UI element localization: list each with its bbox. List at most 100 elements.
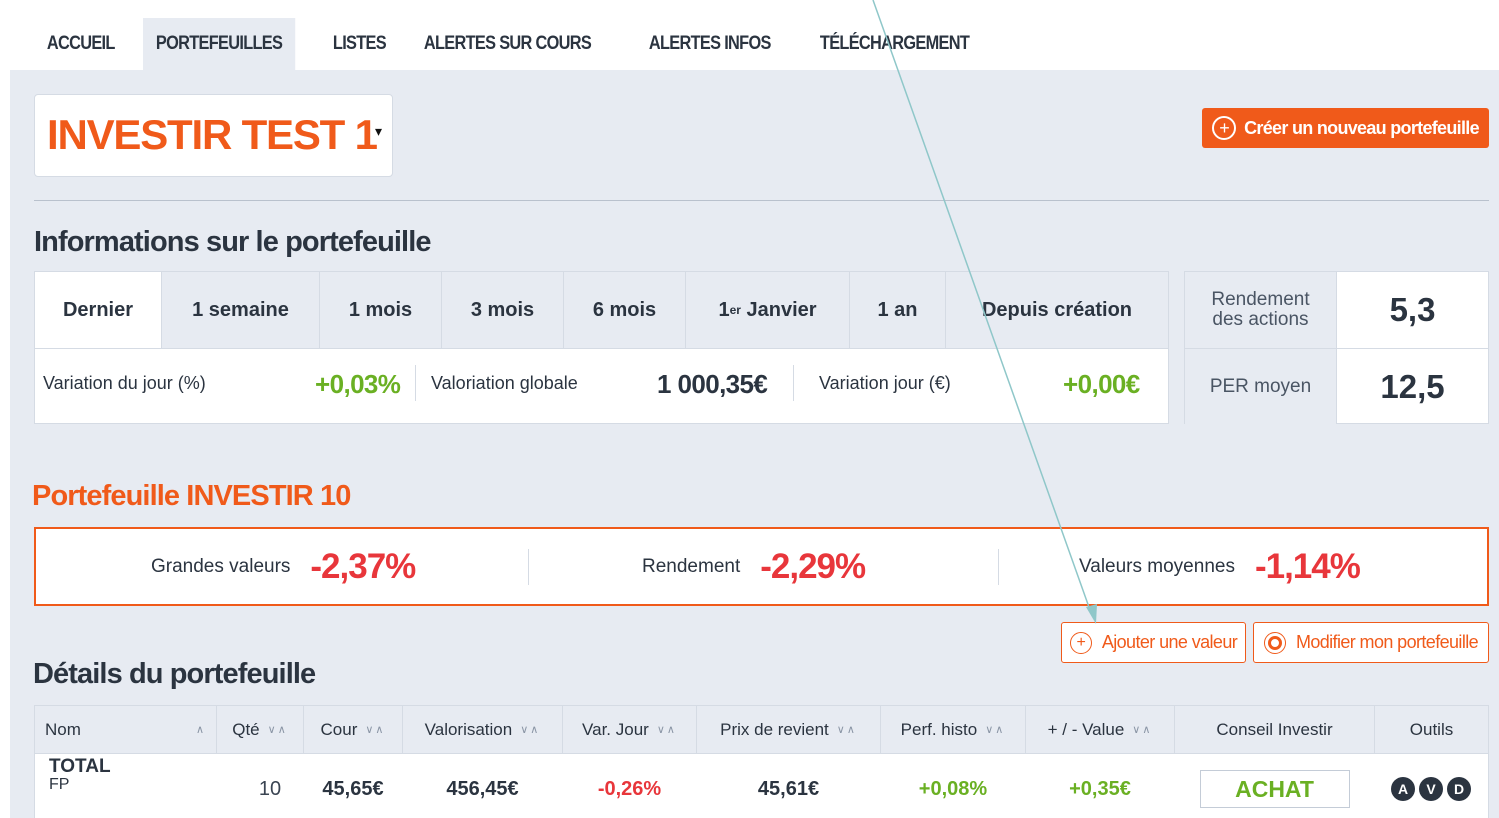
rendement-value: 5,3 — [1389, 291, 1436, 328]
period-label: 6 mois — [592, 298, 657, 321]
col-var-jour[interactable]: Var. Jour ∨∧ — [563, 706, 697, 753]
period-label: Dernier — [62, 298, 134, 321]
modify-portfolio-button[interactable]: Modifier mon portefeuille — [1253, 622, 1489, 663]
tab-alertes-infos[interactable]: ALERTES INFOS — [636, 18, 784, 70]
valeurs-moyennes: Valeurs moyennes -1,14% — [1079, 529, 1361, 604]
cell-cour: 45,65€ — [322, 777, 384, 800]
col-cour[interactable]: Cour ∨∧ — [304, 706, 403, 753]
col-nom[interactable]: Nom ∧ — [35, 706, 217, 753]
plus-circle-icon: + — [1069, 631, 1092, 654]
variation-jour-pct-label: Variation du jour (%) — [43, 373, 206, 393]
create-portfolio-button[interactable]: + Créer un nouveau portefeuille — [1202, 108, 1489, 148]
rendement-indice-label: Rendement — [642, 555, 741, 577]
period-label: 1 semaine — [192, 298, 289, 321]
cell-valorisation: 456,45€ — [446, 777, 519, 800]
tab-accueil[interactable]: ACCUEIL — [34, 18, 128, 70]
modify-portfolio-label: Modifier mon portefeuille — [1295, 632, 1479, 652]
investir10-panel: Grandes valeurs -2,37% Rendement -2,29% … — [34, 527, 1489, 606]
details-table: Nom ∧ Qté ∨∧ Cour ∨∧ Valorisation ∨∧ Var. Jo… — [34, 705, 1489, 818]
grandes-valeurs-label: Grandes valeurs — [151, 555, 291, 577]
separator — [415, 365, 416, 401]
info-values: Variation du jour (%) +0,03% Valoriation… — [35, 349, 1168, 424]
period-label-sup: er — [729, 303, 741, 317]
info-title: Informations sur le portefeuille — [34, 226, 432, 258]
sort-icon[interactable]: ∨∧ — [1132, 723, 1152, 736]
sort-icon[interactable]: ∨∧ — [837, 723, 857, 736]
period-1-semaine[interactable]: 1 semaine — [162, 272, 320, 348]
row-name[interactable]: TOTAL — [49, 757, 111, 776]
divider — [34, 200, 1489, 201]
period-depuis-creation[interactable]: Depuis création — [946, 272, 1168, 348]
col-label: Valorisation — [424, 719, 513, 739]
cell-prix-revient: 45,61€ — [757, 777, 820, 800]
gear-icon — [1263, 631, 1286, 654]
variation-jour-eur-value: +0,00€ — [1063, 369, 1140, 399]
sort-icon[interactable]: ∨∧ — [268, 723, 288, 736]
col-valorisation[interactable]: Valorisation ∨∧ — [403, 706, 563, 753]
col-label: Outils — [1409, 719, 1454, 739]
tool-v-icon[interactable]: V — [1419, 777, 1443, 801]
tab-listes[interactable]: LISTES — [320, 18, 399, 70]
col-label: Nom — [45, 719, 81, 739]
add-value-button[interactable]: + Ajouter une valeur — [1061, 622, 1246, 663]
col-qte[interactable]: Qté ∨∧ — [217, 706, 304, 753]
rendement-label-line: des actions — [1212, 309, 1309, 330]
stats-panel: Rendement des actions 5,3 PER moyen 12,5 — [1184, 271, 1489, 424]
sort-icon[interactable]: ∧ — [196, 723, 206, 736]
sort-icon[interactable]: ∨∧ — [657, 723, 677, 736]
add-value-label: Ajouter une valeur — [1101, 632, 1238, 652]
col-label: Prix de revient — [720, 719, 829, 739]
cell-plus-moins-value: +0,35€ — [1069, 777, 1131, 800]
cell-qte: 10 — [258, 777, 282, 800]
col-perf-histo[interactable]: Perf. histo ∨∧ — [881, 706, 1026, 753]
per-value: 12,5 — [1380, 367, 1445, 405]
portfolio-name: INVESTIR TEST 1 — [47, 111, 378, 158]
col-label: Var. Jour — [582, 719, 649, 739]
cell-nom[interactable]: TOTAL FP — [35, 754, 217, 818]
tab-alertes-cours[interactable]: ALERTES SUR COURS — [411, 18, 604, 70]
period-dernier[interactable]: Dernier — [35, 272, 162, 348]
period-label: 3 mois — [470, 298, 535, 321]
table-row: TOTAL FP 10 45,65€ 456,45€ -0,26% 45,61€… — [35, 754, 1488, 818]
create-portfolio-label: Créer un nouveau portefeuille — [1244, 117, 1479, 138]
investir10-title: Portefeuille INVESTIR 10 — [32, 480, 351, 512]
period-label: Janvier — [740, 298, 817, 321]
period-1-an[interactable]: 1 an — [850, 272, 946, 348]
tool-d-icon[interactable]: D — [1447, 777, 1471, 801]
valorisation-value: 1 000,35€ — [657, 369, 768, 399]
period-tabs: Dernier 1 semaine 1 mois 3 mois 6 mois 1… — [35, 272, 1168, 349]
col-plus-moins-value[interactable]: + / - Value ∨∧ — [1026, 706, 1175, 753]
separator — [793, 365, 794, 401]
col-label: Perf. histo — [900, 719, 978, 739]
col-label: + / - Value — [1047, 719, 1125, 739]
valorisation-label: Valoriation globale — [431, 373, 578, 393]
period-1er-janvier[interactable]: 1 er Janvier — [686, 272, 850, 348]
details-title: Détails du portefeuille — [33, 658, 316, 690]
col-conseil: Conseil Investir — [1175, 706, 1375, 753]
tab-portefeuilles[interactable]: PORTEFEUILLES — [142, 18, 295, 70]
col-label: Conseil Investir — [1216, 719, 1333, 739]
rendement-label-line: Rendement — [1211, 289, 1310, 310]
sort-icon[interactable]: ∨∧ — [365, 723, 385, 736]
per-label: PER moyen — [1185, 349, 1337, 424]
separator — [528, 549, 529, 585]
grandes-valeurs-value: -2,37% — [310, 546, 416, 586]
period-3-mois[interactable]: 3 mois — [442, 272, 564, 348]
cell-outils: A V D — [1375, 754, 1488, 818]
achat-button[interactable]: ACHAT — [1199, 770, 1350, 808]
rendement-label: Rendement des actions — [1185, 272, 1337, 348]
table-header: Nom ∧ Qté ∨∧ Cour ∨∧ Valorisation ∨∧ Var. Jo… — [35, 706, 1488, 754]
info-panel: Dernier 1 semaine 1 mois 3 mois 6 mois 1… — [34, 271, 1169, 424]
tab-telechargement[interactable]: TÉLÉCHARGEMENT — [807, 18, 982, 70]
portfolio-select[interactable]: INVESTIR TEST 1 ▾ — [34, 94, 393, 177]
cell-conseil: ACHAT — [1175, 754, 1375, 818]
valeurs-moyennes-label: Valeurs moyennes — [1079, 555, 1235, 577]
period-label: Depuis création — [981, 298, 1133, 321]
col-prix-revient[interactable]: Prix de revient ∨∧ — [697, 706, 881, 753]
period-6-mois[interactable]: 6 mois — [564, 272, 686, 348]
tool-a-icon[interactable]: A — [1391, 777, 1415, 801]
sort-icon[interactable]: ∨∧ — [985, 723, 1005, 736]
period-1-mois[interactable]: 1 mois — [320, 272, 442, 348]
col-label: Cour — [320, 719, 358, 739]
sort-icon[interactable]: ∨∧ — [520, 723, 540, 736]
